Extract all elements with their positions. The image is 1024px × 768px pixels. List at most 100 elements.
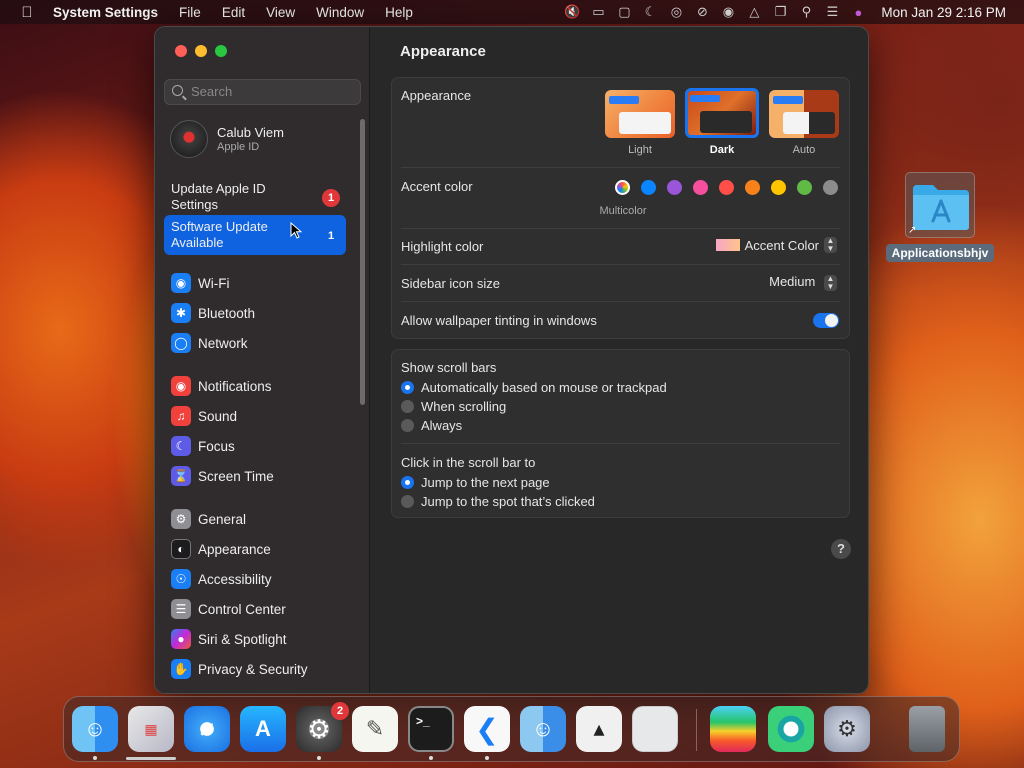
thumb-window <box>700 111 752 133</box>
apple-menu-icon[interactable]:  <box>17 4 37 21</box>
sidebar-item-screen-time[interactable]: ⌛ Screen Time <box>171 465 274 487</box>
chevron-updown-icon: ▲ ▼ <box>824 237 837 253</box>
scroll-auto-radio[interactable] <box>401 381 414 394</box>
user-icon[interactable]: ◉ <box>715 4 741 20</box>
accent-purple-swatch[interactable] <box>667 180 682 195</box>
wallpaper-tinting-toggle[interactable] <box>813 313 839 328</box>
accent-blue-swatch[interactable] <box>641 180 656 195</box>
appearance-group: Appearance Light Dark Auto Accent color … <box>391 77 850 339</box>
appearance-dark-option[interactable] <box>685 88 759 138</box>
dock-blank-app-icon[interactable] <box>632 706 678 752</box>
siri-status-icon[interactable]: ● <box>845 5 871 20</box>
spotlight-icon[interactable]: ⚲ <box>793 4 819 20</box>
dock-finder-icon[interactable]: ☺ <box>72 706 118 752</box>
wifi-status-icon[interactable]: △ <box>741 4 767 20</box>
close-button[interactable] <box>175 45 187 57</box>
hand-icon: ✋ <box>171 659 191 679</box>
display-icon[interactable]: ▭ <box>585 4 611 20</box>
thumb-bar <box>773 96 803 104</box>
thumb-bar <box>690 95 720 102</box>
help-button[interactable]: ? <box>831 539 851 559</box>
no-wifi-icon[interactable]: ⊘ <box>689 4 715 20</box>
highlight-swatch <box>715 239 740 251</box>
thumb-bar <box>609 96 639 104</box>
click-next-page-radio[interactable] <box>401 476 414 489</box>
sidebar-item-label: Focus <box>198 438 235 454</box>
accent-graphite-swatch[interactable] <box>823 180 838 195</box>
menu-clock[interactable]: Mon Jan 29 2:16 PM <box>881 5 1006 20</box>
menu-view[interactable]: View <box>266 5 295 20</box>
stage-manager-icon[interactable]: ▢ <box>611 4 637 20</box>
update-apple-id-notice[interactable]: Update Apple ID Settings 1 <box>164 177 346 217</box>
sidebar-item-siri-spotlight[interactable]: ● Siri & Spotlight <box>171 628 287 650</box>
dock-launchpad-icon[interactable]: ▦ <box>128 706 174 752</box>
apple-id-profile[interactable]: Calub Viem Apple ID <box>170 119 284 159</box>
accessibility-icon: ☉ <box>171 569 191 589</box>
divider <box>401 443 840 444</box>
dock-migration-assistant-icon[interactable]: ☺ <box>520 706 566 752</box>
sidebar-item-appearance[interactable]: ◐ Appearance <box>171 538 271 560</box>
accent-multicolor-swatch[interactable] <box>615 180 630 195</box>
menu-help[interactable]: Help <box>385 5 413 20</box>
dock-trash-icon[interactable] <box>909 706 945 752</box>
zoom-button[interactable] <box>215 45 227 57</box>
accent-red-swatch[interactable] <box>719 180 734 195</box>
chevron-updown-icon: ▲ ▼ <box>824 274 837 291</box>
sidebar-item-accessibility[interactable]: ☉ Accessibility <box>171 568 272 590</box>
menu-app-name[interactable]: System Settings <box>53 5 158 20</box>
toggle-knob <box>825 314 838 327</box>
menu-file[interactable]: File <box>179 5 201 20</box>
scroll-always-radio[interactable] <box>401 419 414 432</box>
dock-textedit-icon[interactable]: ✎ <box>352 706 398 752</box>
accent-orange-swatch[interactable] <box>745 180 760 195</box>
notice-label: Update Apple ID Settings <box>171 181 266 212</box>
accent-yellow-swatch[interactable] <box>771 180 786 195</box>
notice-badge: 1 <box>327 230 335 242</box>
sidebar-item-focus[interactable]: ☾ Focus <box>171 435 235 457</box>
sidebar-item-sound[interactable]: ♫ Sound <box>171 405 237 427</box>
sidebar-item-label: Sound <box>198 408 238 424</box>
sidebar-item-notifications[interactable]: ◉ Notifications <box>171 375 272 397</box>
sidebar-item-general[interactable]: ⚙ General <box>171 508 246 530</box>
accent-green-swatch[interactable] <box>797 180 812 195</box>
icon-size-popup[interactable]: Medium ▲ ▼ <box>769 274 837 291</box>
sidebar-item-control-center[interactable]: ☰ Control Center <box>171 598 286 620</box>
search-input[interactable]: Search <box>164 79 361 105</box>
appearance-auto-option[interactable] <box>769 90 839 138</box>
minimize-button[interactable] <box>195 45 207 57</box>
software-update-notice[interactable]: Software Update Available 1 <box>164 215 346 255</box>
sidebar-scrollbar[interactable] <box>360 119 365 405</box>
focus-moon-icon[interactable]: ☾ <box>637 4 663 20</box>
dock-selection-bar <box>126 757 176 760</box>
control-center-icon[interactable]: ☰ <box>819 4 845 20</box>
sidebar-item-label: Siri & Spotlight <box>198 631 287 647</box>
appearance-icon: ◐ <box>171 539 191 559</box>
menu-window[interactable]: Window <box>316 5 364 20</box>
dock-safari-icon[interactable]: ➚ <box>184 706 230 752</box>
dock-automator-icon[interactable]: ⚙ <box>824 706 870 752</box>
airdrop-icon[interactable]: ◎ <box>663 4 689 20</box>
sidebar-item-bluetooth[interactable]: ✱ Bluetooth <box>171 302 255 324</box>
dock-find-my-icon[interactable] <box>768 706 814 752</box>
mirroring-icon[interactable]: ❐ <box>767 4 793 20</box>
click-spot-radio[interactable] <box>401 495 414 508</box>
mute-icon[interactable]: 🔇 <box>559 4 585 20</box>
appearance-light-option[interactable] <box>605 90 675 138</box>
dock-vscode-icon[interactable]: ❮ <box>464 706 510 752</box>
scroll-when-scrolling-radio[interactable] <box>401 400 414 413</box>
accent-pink-swatch[interactable] <box>693 180 708 195</box>
sidebar-item-network[interactable]: ◯ Network <box>171 332 248 354</box>
running-indicator <box>429 756 433 760</box>
dock-bluestacks-icon[interactable] <box>710 706 756 752</box>
dock-app-store-icon[interactable]: A <box>240 706 286 752</box>
desktop-folder-applications[interactable]: ↗ <box>905 172 975 238</box>
moon-icon: ☾ <box>171 436 191 456</box>
speaker-icon: ♫ <box>171 406 191 426</box>
highlight-color-popup[interactable]: Accent Color ▲ ▼ <box>715 237 837 253</box>
sidebar-item-privacy-security[interactable]: ✋ Privacy & Security <box>171 658 308 680</box>
dock-terminal-icon[interactable]: >_ <box>408 706 454 752</box>
sidebar-item-wifi[interactable]: ◉ Wi-Fi <box>171 272 229 294</box>
menu-edit[interactable]: Edit <box>222 5 245 20</box>
sidebar-item-label: Network <box>198 335 248 351</box>
dock-bartender-icon[interactable]: ▴ <box>576 706 622 752</box>
